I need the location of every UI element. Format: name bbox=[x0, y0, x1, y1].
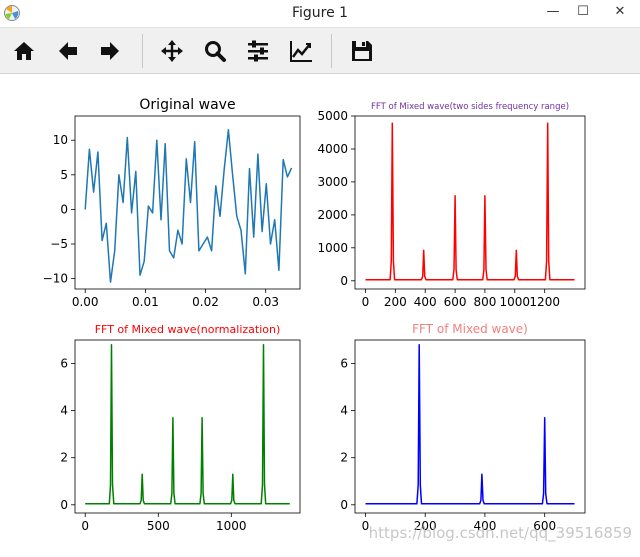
subplot-2: FFT of Mixed wave(two sides frequency ra… bbox=[317, 102, 586, 309]
y-tick-label: 2 bbox=[60, 451, 68, 465]
x-tick-label: 0.02 bbox=[192, 295, 219, 309]
toolbar-separator bbox=[331, 34, 332, 68]
figure-canvas[interactable]: Original wave 0.00 0.01 0.02 0.03 −10 −5 0 5 10 FF… bbox=[0, 74, 640, 553]
y-tick-label: 3000 bbox=[317, 175, 348, 189]
chart-title: Original wave bbox=[139, 97, 235, 113]
y-tick-label: 0 bbox=[60, 498, 68, 512]
home-icon bbox=[14, 42, 34, 60]
move-icon bbox=[161, 40, 183, 62]
subplot-1: Original wave 0.00 0.01 0.02 0.03 −10 −5 0 5 10 bbox=[43, 97, 301, 309]
back-button[interactable] bbox=[51, 34, 85, 68]
chart-title: FFT of Mixed wave) bbox=[412, 322, 528, 336]
axes-frame bbox=[354, 339, 586, 514]
x-tick-label: 0.03 bbox=[252, 295, 279, 309]
y-tick-label: 4000 bbox=[317, 142, 348, 156]
minimize-button[interactable]: — bbox=[538, 0, 568, 27]
forward-button[interactable] bbox=[93, 34, 127, 68]
line-chart-icon bbox=[290, 41, 312, 62]
axes-frame bbox=[354, 115, 586, 290]
zoom-button[interactable] bbox=[198, 34, 232, 68]
y-tick-label: 6 bbox=[60, 357, 68, 371]
y-tick-label: 5000 bbox=[317, 109, 348, 123]
series-line bbox=[365, 122, 575, 281]
pan-button[interactable] bbox=[155, 34, 189, 68]
y-tick-label: 0 bbox=[340, 498, 348, 512]
x-tick-label: 0.01 bbox=[132, 295, 159, 309]
x-tick-label: 0 bbox=[362, 295, 370, 309]
x-tick-label: 1000 bbox=[216, 519, 247, 533]
figure-svg: Original wave 0.00 0.01 0.02 0.03 −10 −5 0 5 10 FF… bbox=[43, 97, 632, 543]
y-tick-label: 4 bbox=[60, 404, 68, 418]
arrow-right-icon bbox=[101, 42, 119, 60]
configure-subplots-button[interactable] bbox=[241, 34, 275, 68]
x-tick-label: 0 bbox=[81, 519, 89, 533]
y-tick-label: 5 bbox=[60, 168, 68, 182]
x-tick-label: 800 bbox=[473, 295, 496, 309]
chart-title: FFT of Mixed wave(two sides frequency ra… bbox=[371, 102, 569, 112]
y-tick-label: 1000 bbox=[317, 241, 348, 255]
y-tick-label: 2000 bbox=[317, 208, 348, 222]
x-tick-label: 1200 bbox=[529, 295, 560, 309]
home-button[interactable] bbox=[7, 34, 41, 68]
y-tick-label: 0 bbox=[340, 274, 348, 288]
y-tick-label: −5 bbox=[50, 237, 68, 251]
series-line bbox=[85, 343, 290, 505]
series-line bbox=[84, 129, 293, 283]
y-tick-label: 4 bbox=[340, 404, 348, 418]
maximize-button[interactable]: ☐ bbox=[568, 0, 598, 27]
floppy-disk-icon bbox=[352, 41, 372, 61]
x-tick-label: 200 bbox=[384, 295, 407, 309]
subplot-4: FFT of Mixed wave)0 200 400 6000246 bbox=[340, 322, 586, 533]
y-tick-label: 2 bbox=[340, 451, 348, 465]
navigation-toolbar bbox=[0, 28, 640, 74]
subplot-3: FFT of Mixed wave(normalization) 0 500 1000… bbox=[60, 323, 301, 533]
magnifier-icon bbox=[205, 41, 226, 62]
save-button[interactable] bbox=[345, 34, 379, 68]
close-button[interactable]: ✕ bbox=[605, 0, 635, 27]
y-tick-label: 10 bbox=[53, 133, 68, 147]
y-tick-label: 6 bbox=[340, 357, 348, 371]
sliders-icon bbox=[248, 40, 268, 62]
x-tick-label: 500 bbox=[147, 519, 170, 533]
y-tick-label: −10 bbox=[43, 272, 68, 286]
window-titlebar: Figure 1 — ☐ ✕ bbox=[0, 0, 640, 28]
chart-title: FFT of Mixed wave(normalization) bbox=[95, 323, 281, 336]
x-tick-label: 400 bbox=[414, 295, 437, 309]
series-line bbox=[365, 343, 575, 505]
x-tick-label: 600 bbox=[444, 295, 467, 309]
watermark-text: https://blog.csdn.net/qq_39516859 bbox=[369, 524, 632, 543]
arrow-left-icon bbox=[59, 42, 77, 60]
x-tick-label: 1000 bbox=[500, 295, 531, 309]
edit-axis-button[interactable] bbox=[284, 34, 318, 68]
x-tick-label: 0.00 bbox=[72, 295, 99, 309]
axes-frame bbox=[74, 339, 301, 514]
toolbar-separator bbox=[142, 34, 143, 68]
y-tick-label: 0 bbox=[60, 202, 68, 216]
